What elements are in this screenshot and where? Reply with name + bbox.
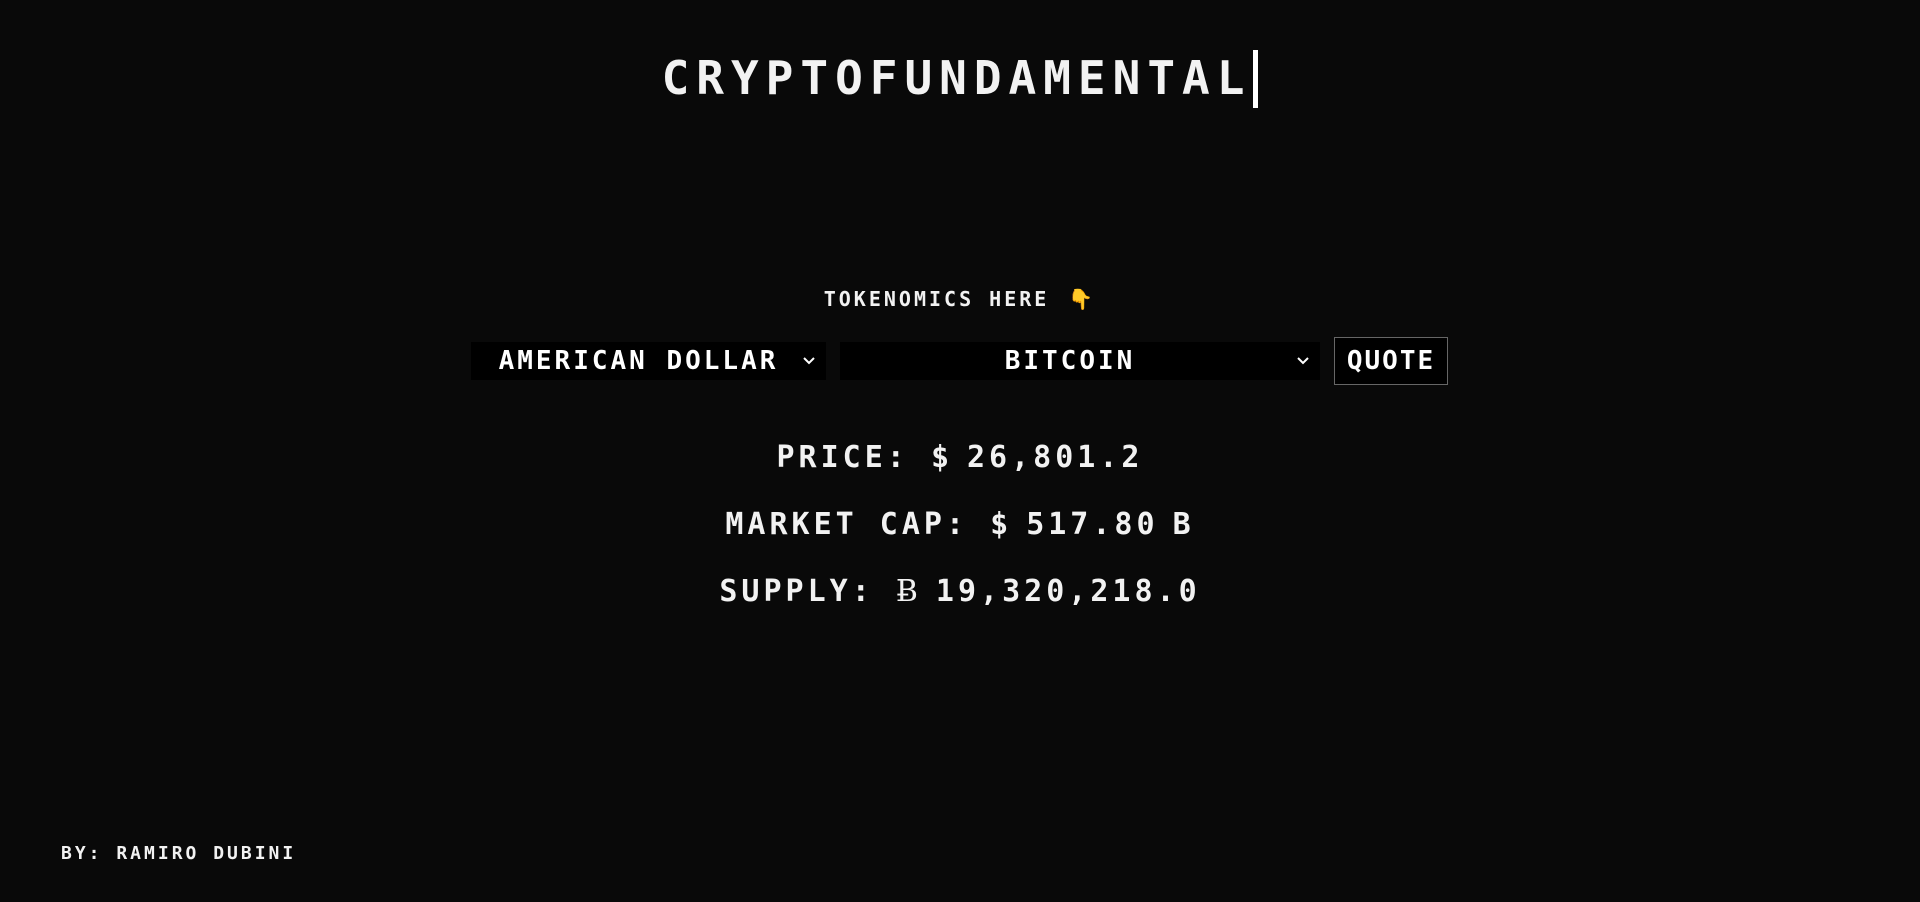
fiat-currency-select[interactable]: AMERICAN DOLLAR	[471, 342, 826, 380]
chevron-down-icon	[1294, 342, 1312, 380]
tokenomics-stats: PRICE: $26,801.2 MARKET CAP: $517.80 B SU…	[0, 432, 1920, 633]
price-currency-symbol: $	[930, 440, 953, 475]
market-cap-currency-symbol: $	[990, 507, 1013, 542]
price-label: PRICE:	[776, 440, 909, 475]
quote-controls: AMERICAN DOLLAR BITCOIN QUOTE	[0, 337, 1920, 385]
footer-credit: BY: RAMIRO DUBINI	[61, 843, 297, 864]
supply-label: SUPPLY:	[719, 574, 874, 609]
fiat-currency-selected-value: AMERICAN DOLLAR	[498, 346, 779, 376]
cryptocurrency-selected-value: BITCOIN	[1004, 346, 1136, 376]
cryptocurrency-select[interactable]: BITCOIN	[840, 342, 1320, 380]
supply-stat: SUPPLY: Ƀ 19,320,218.0	[0, 566, 1920, 633]
bitcoin-symbol: Ƀ	[895, 574, 922, 609]
market-cap-value: 517.80	[1026, 507, 1159, 542]
tokenomics-prompt-text: TOKENOMICS HERE	[823, 287, 1050, 311]
chevron-down-icon	[800, 342, 818, 380]
typing-caret	[1253, 50, 1259, 108]
point-down-icon: 👇	[1068, 287, 1097, 311]
tokenomics-prompt: TOKENOMICS HERE 👇	[0, 287, 1920, 311]
app-title: CRYPTOFUNDAMENTAL	[661, 51, 1252, 105]
quote-button[interactable]: QUOTE	[1334, 337, 1448, 385]
market-cap-label: MARKET CAP:	[725, 507, 969, 542]
supply-value: 19,320,218.0	[935, 574, 1201, 609]
price-stat: PRICE: $26,801.2	[0, 432, 1920, 499]
market-cap-stat: MARKET CAP: $517.80 B	[0, 499, 1920, 566]
app-title-wrap: CRYPTOFUNDAMENTAL	[0, 48, 1920, 108]
market-cap-unit: B	[1172, 507, 1195, 542]
price-value: 26,801.2	[967, 440, 1144, 475]
